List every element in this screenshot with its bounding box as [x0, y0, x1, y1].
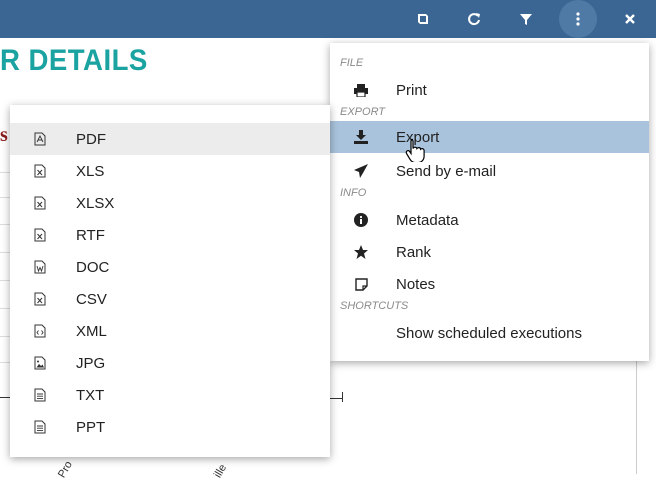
report-heading-fragment: s [0, 124, 8, 146]
top-toolbar [0, 0, 656, 38]
send-icon [354, 164, 368, 178]
text-file-icon [34, 388, 46, 402]
book-icon[interactable] [402, 0, 444, 38]
export-item-ppt[interactable]: PPT [10, 411, 330, 443]
menu-item-send-email[interactable]: Send by e-mail [330, 155, 649, 187]
export-item-xml[interactable]: XML [10, 315, 330, 347]
menu-item-rank[interactable]: Rank [330, 236, 649, 268]
menu-item-label: Rank [396, 244, 432, 261]
filter-icon[interactable] [505, 0, 547, 38]
menu-item-export[interactable]: Export [330, 121, 649, 153]
menu-item-scheduled-executions[interactable]: Show scheduled executions [330, 317, 649, 349]
word-file-icon [34, 260, 46, 274]
rtf-file-icon [34, 228, 46, 242]
code-file-icon [34, 324, 46, 338]
more-vertical-icon[interactable] [559, 0, 597, 38]
csv-file-icon [34, 292, 46, 306]
menu-item-label: Metadata [396, 212, 459, 229]
image-file-icon [34, 356, 46, 370]
report-title: R DETAILS [0, 44, 148, 77]
export-item-txt[interactable]: TXT [10, 379, 330, 411]
export-item-label: PPT [76, 419, 106, 436]
refresh-icon[interactable] [453, 0, 495, 38]
export-item-doc[interactable]: DOC [10, 251, 330, 283]
export-item-label: XLSX [76, 195, 115, 212]
menu-item-label: Print [396, 82, 427, 99]
axis-label-1: Pro [56, 459, 75, 480]
menu-item-label: Notes [396, 276, 436, 293]
note-icon [354, 277, 368, 291]
section-header-export: EXPORT [340, 106, 386, 118]
section-header-shortcuts: SHORTCUTS [340, 300, 409, 312]
export-item-label: CSV [76, 291, 107, 308]
axis-label-2: ille [212, 462, 230, 480]
star-icon [354, 245, 368, 259]
export-item-label: TXT [76, 387, 105, 404]
menu-item-metadata[interactable]: Metadata [330, 204, 649, 236]
text-file-icon [34, 420, 46, 434]
export-format-menu: PDF XLS XLSX RTF DOC CSV XML JPG TXT PPT [10, 105, 330, 457]
export-item-label: PDF [76, 131, 106, 148]
export-item-csv[interactable]: CSV [10, 283, 330, 315]
section-header-info: INFO [340, 187, 367, 199]
export-item-jpg[interactable]: JPG [10, 347, 330, 379]
divider [636, 360, 637, 474]
pdf-file-icon [34, 132, 46, 146]
close-icon[interactable] [609, 0, 651, 38]
export-item-label: JPG [76, 355, 106, 372]
export-item-xls[interactable]: XLS [10, 155, 330, 187]
menu-item-notes[interactable]: Notes [330, 268, 649, 300]
axis-tick [342, 392, 343, 402]
info-icon [354, 213, 368, 227]
actions-menu: FILE Print EXPORT Export Send by e-mail … [330, 43, 649, 361]
export-item-label: DOC [76, 259, 110, 276]
export-item-xlsx[interactable]: XLSX [10, 187, 330, 219]
excel-file-icon [34, 196, 46, 210]
export-item-rtf[interactable]: RTF [10, 219, 330, 251]
print-icon [354, 83, 368, 97]
menu-item-print[interactable]: Print [330, 74, 649, 106]
export-item-pdf[interactable]: PDF [10, 123, 330, 155]
export-item-label: RTF [76, 227, 105, 244]
export-item-label: XLS [76, 163, 105, 180]
section-header-file: FILE [340, 57, 364, 69]
export-item-label: XML [76, 323, 107, 340]
menu-item-label: Show scheduled executions [396, 325, 582, 342]
axis-line [330, 398, 342, 399]
download-icon [354, 130, 368, 144]
hand-cursor-icon [405, 138, 427, 167]
excel-file-icon [34, 164, 46, 178]
